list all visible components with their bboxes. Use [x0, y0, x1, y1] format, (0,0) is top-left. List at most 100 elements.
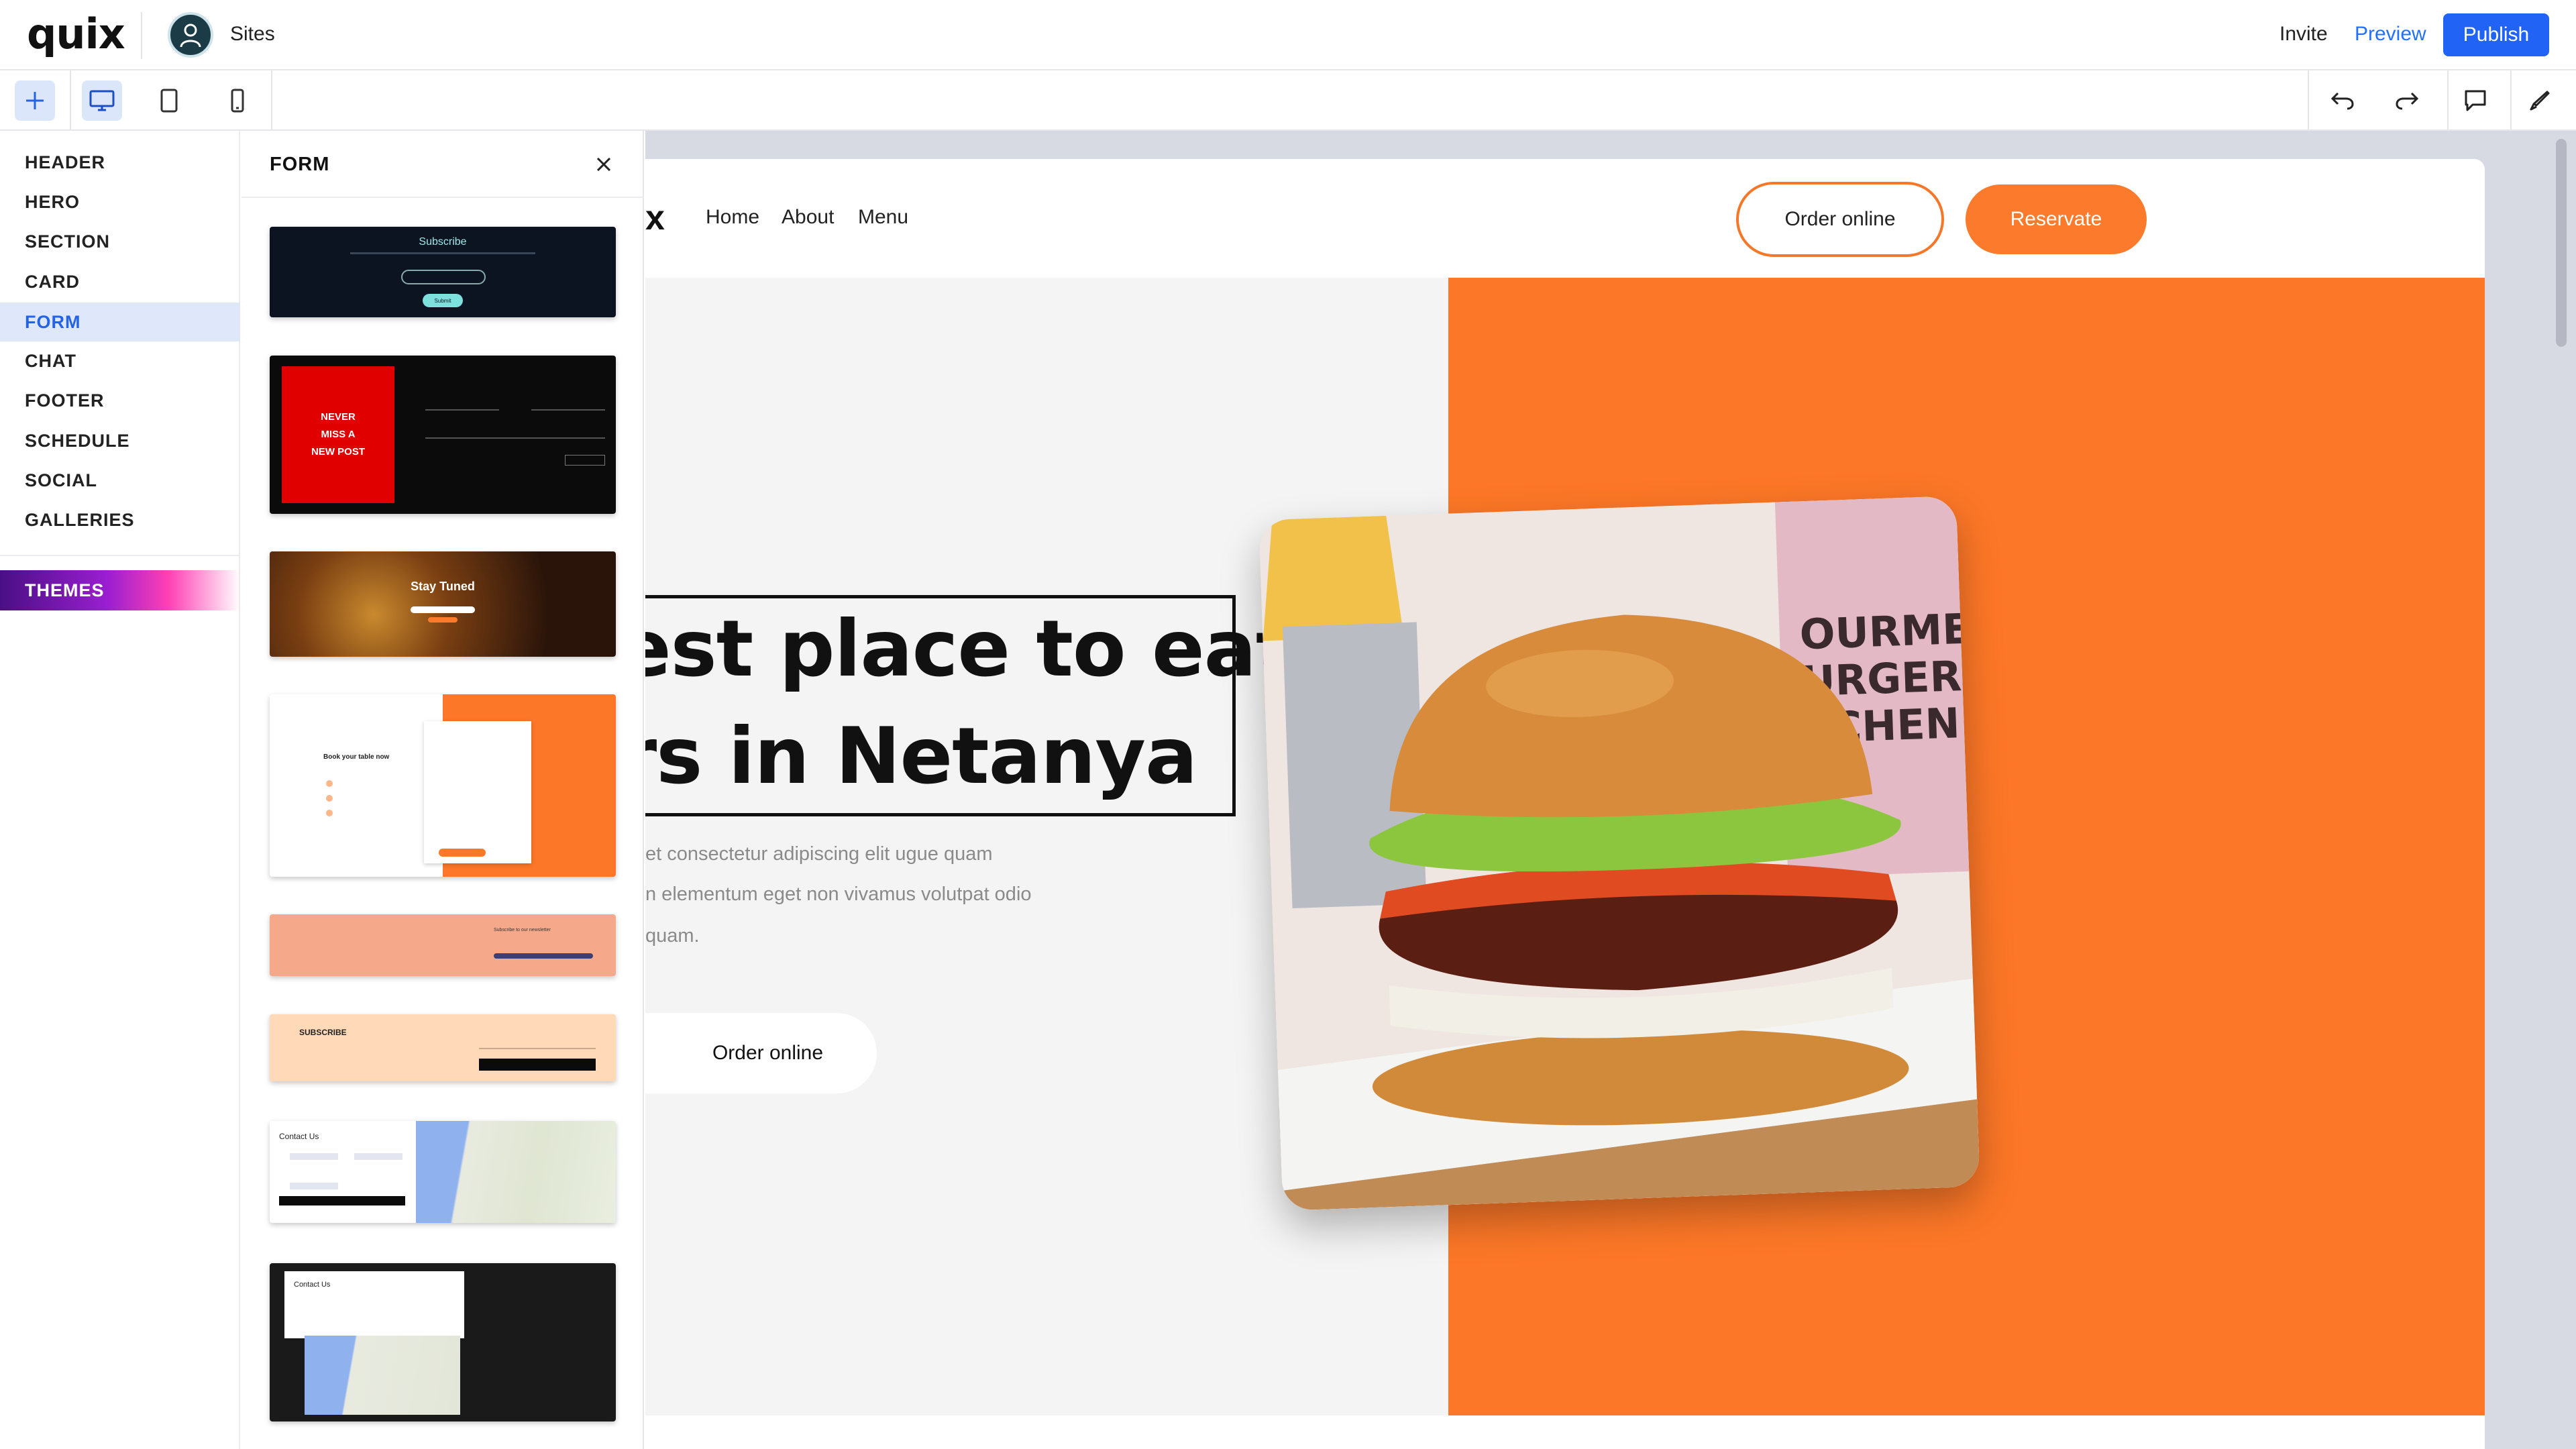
nav-item-card[interactable]: CARD — [0, 262, 240, 301]
form-template-book-table[interactable]: Book your table now — [270, 694, 616, 877]
form-template-contact-map[interactable]: Contact Us — [270, 1121, 616, 1223]
nav-item-section[interactable]: SECTION — [0, 222, 240, 261]
redo-icon — [2396, 92, 2419, 110]
template-heading: SUBSCRIBE — [299, 1028, 347, 1037]
undo-button[interactable] — [2322, 80, 2363, 121]
mobile-icon — [231, 89, 244, 113]
comment-icon — [2465, 90, 2486, 111]
nav-item-header[interactable]: HEADER — [0, 143, 240, 182]
hero-order-online-button[interactable]: Order online — [645, 1013, 877, 1093]
form-template-stay-tuned[interactable]: Stay Tuned — [270, 551, 616, 657]
template-field — [425, 437, 605, 439]
template-text-line — [350, 252, 535, 254]
site-nav-home[interactable]: Home — [706, 206, 759, 229]
template-map — [305, 1336, 460, 1415]
template-field — [290, 1183, 338, 1189]
redo-button[interactable] — [2387, 80, 2427, 121]
themes-button[interactable]: THEMES — [0, 570, 240, 610]
divider — [0, 555, 240, 556]
site-header[interactable]: x Home About Menu Order online Reservate — [645, 159, 2485, 278]
template-heading: Subscribe — [419, 236, 467, 248]
panel-title: FORM — [270, 154, 330, 175]
editor-canvas: x Home About Menu Order online Reservate… — [645, 131, 2576, 1449]
nav-item-chat[interactable]: CHAT — [0, 341, 240, 380]
template-field — [531, 409, 605, 411]
panel-header: FORM — [241, 131, 644, 198]
divider — [2447, 70, 2449, 131]
form-template-contact-dark[interactable]: Contact Us — [270, 1263, 616, 1421]
template-heading: Subscribe to our newsletter — [494, 928, 551, 932]
comments-button[interactable] — [2455, 80, 2496, 121]
add-element-button[interactable] — [15, 80, 55, 121]
mobile-view-button[interactable] — [217, 80, 258, 121]
template-button — [279, 1196, 405, 1205]
editor-toolbar — [0, 70, 2576, 131]
hero-burger-image[interactable]: OURMET URGER TCHEN — [1258, 496, 1980, 1211]
site-logo[interactable]: x — [645, 198, 665, 238]
reservate-button[interactable]: Reservate — [1966, 184, 2147, 254]
desktop-icon — [89, 90, 115, 111]
template-button — [494, 953, 593, 959]
template-heading: Contact Us — [294, 1281, 331, 1289]
form-template-never-miss[interactable]: NEVER MISS A NEW POST — [270, 356, 616, 514]
app-logo[interactable]: quix — [27, 9, 125, 58]
template-field — [290, 1153, 338, 1160]
brush-icon — [2530, 91, 2550, 111]
site-preview[interactable]: x Home About Menu Order online Reservate… — [645, 159, 2485, 1449]
cup-text: OURMET — [1799, 603, 1980, 659]
template-button: Submit — [423, 294, 463, 307]
divider — [70, 70, 71, 131]
template-heading: Book your table now — [323, 753, 390, 761]
nav-item-form[interactable]: FORM — [0, 303, 240, 341]
nav-item-hero[interactable]: HERO — [0, 182, 240, 221]
form-template-subscribe-peach[interactable]: SUBSCRIBE — [270, 1014, 616, 1081]
nav-item-schedule[interactable]: SCHEDULE — [0, 421, 240, 460]
template-button — [479, 1059, 596, 1071]
nav-item-galleries[interactable]: GALLERIES — [0, 500, 240, 539]
template-field — [425, 409, 499, 411]
template-button — [439, 849, 486, 857]
divider — [271, 70, 272, 131]
divider — [141, 12, 142, 59]
template-input — [401, 270, 486, 284]
tablet-view-button[interactable] — [149, 80, 189, 121]
hero-paragraph-line-1: et consectetur adipiscing elit ugue quam — [645, 843, 993, 865]
template-bullet — [326, 810, 333, 816]
hero-paragraph-line-2: n elementum eget non vivamus volutpat od… — [645, 883, 1032, 905]
hero-headline-line-2: rs in Netanya — [645, 711, 1197, 802]
form-templates-panel: FORM Subscribe Submit NEVER MISS A NEW P… — [241, 131, 644, 1449]
design-button[interactable] — [2520, 80, 2560, 121]
avatar[interactable] — [168, 12, 213, 58]
undo-icon — [2330, 92, 2354, 110]
site-nav-about[interactable]: About — [782, 206, 834, 229]
template-map — [416, 1121, 616, 1223]
canvas-scrollbar[interactable] — [2556, 139, 2567, 347]
nav-item-social[interactable]: SOCIAL — [0, 461, 240, 500]
form-template-subscribe-dark[interactable]: Subscribe Submit — [270, 227, 616, 317]
burger-illustration: OURMET URGER TCHEN — [1258, 496, 1980, 1211]
sites-link[interactable]: Sites — [230, 23, 275, 46]
hero-headline-line-1: est place to eat — [645, 604, 1293, 694]
invite-button[interactable]: Invite — [2279, 23, 2328, 46]
template-field — [479, 1048, 596, 1049]
order-online-button[interactable]: Order online — [1736, 182, 1944, 257]
desktop-view-button[interactable] — [82, 80, 122, 121]
hero-headline-box[interactable]: est place to eat rs in Netanya — [645, 595, 1293, 816]
preview-button[interactable]: Preview — [2355, 23, 2426, 46]
user-icon — [180, 23, 201, 48]
close-panel-button[interactable] — [590, 151, 617, 178]
form-template-newsletter-strip[interactable]: Subscribe to our newsletter — [270, 914, 616, 976]
close-icon — [596, 157, 611, 172]
template-heading: Stay Tuned — [411, 580, 475, 593]
publish-button[interactable]: Publish — [2443, 13, 2549, 56]
divider — [2510, 70, 2512, 131]
tablet-icon — [160, 89, 178, 113]
template-field — [354, 1153, 402, 1160]
hero-paragraph-line-3: quam. — [645, 925, 700, 947]
site-nav-menu[interactable]: Menu — [858, 206, 908, 229]
template-bullet — [326, 795, 333, 802]
template-bullet — [326, 780, 333, 787]
template-button — [565, 455, 605, 466]
template-form-card — [424, 721, 531, 863]
nav-item-footer[interactable]: FOOTER — [0, 381, 240, 420]
